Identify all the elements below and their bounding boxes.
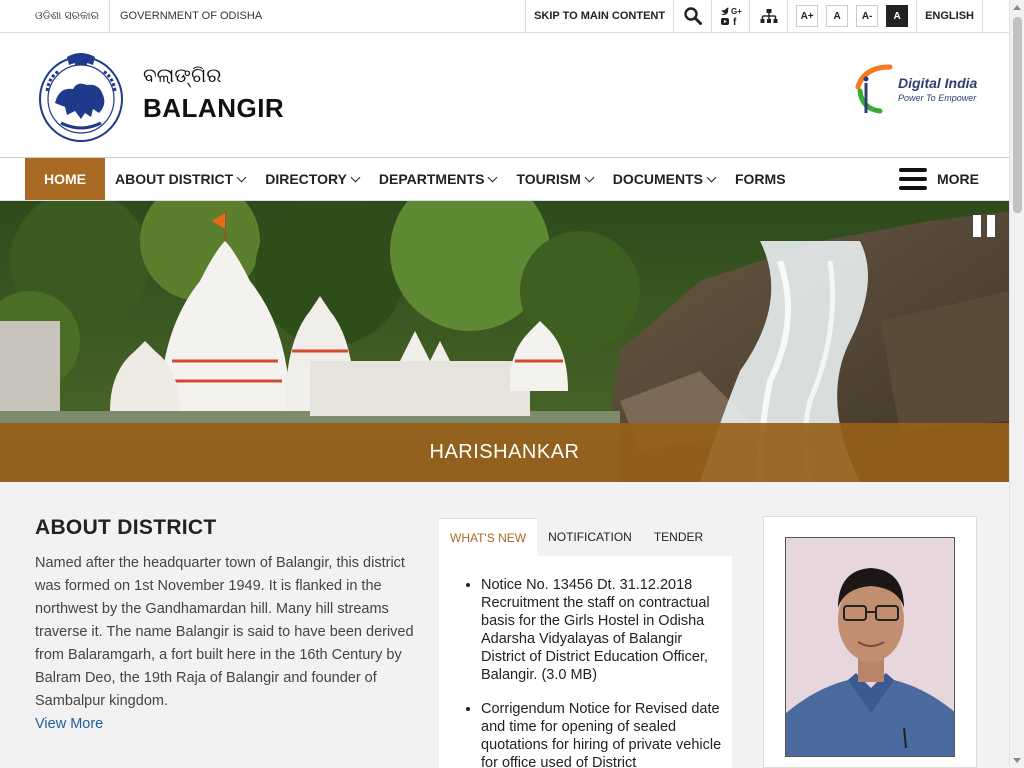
view-more-link[interactable]: View More — [35, 713, 415, 736]
nav-item-departments[interactable]: DEPARTMENTS — [369, 158, 507, 200]
news-item[interactable]: Notice No. 13456 Dt. 31.12.2018 Recruitm… — [481, 576, 724, 684]
nav-item-tourism[interactable]: TOURISM — [506, 158, 602, 200]
nav-item-label: TOURISM — [516, 171, 581, 187]
language-switch[interactable]: ENGLISH — [916, 0, 983, 32]
news-list: Notice No. 13456 Dt. 31.12.2018 Recruitm… — [481, 576, 724, 768]
more-label: MORE — [937, 171, 979, 187]
chevron-down-icon — [706, 172, 717, 182]
nav-item-directory[interactable]: DIRECTORY — [255, 158, 369, 200]
about-district-heading: ABOUT DISTRICT — [35, 516, 217, 539]
social-media-icon: G+ f — [720, 7, 742, 27]
nav-item-about-district[interactable]: ABOUT DISTRICT — [105, 158, 255, 200]
site-header: ବଲାଙ୍ଗିର BALANGIR Digital India Power To… — [0, 33, 1009, 157]
pause-icon-bar — [987, 215, 995, 237]
about-district-section: ABOUT DISTRICT Named after the headquart… — [35, 516, 415, 736]
tab-panel-whats-new: Notice No. 13456 Dt. 31.12.2018 Recruitm… — [439, 556, 732, 768]
tab-whats-new[interactable]: WHAT'S NEW — [439, 518, 538, 556]
top-utility-bar: ଓଡିଶା ସରକାର GOVERNMENT OF ODISHA SKIP TO… — [0, 0, 1009, 33]
accessibility-tools: SKIP TO MAIN CONTENT G+ f A+ A A- A ENGL… — [525, 0, 983, 32]
nav-item-documents[interactable]: DOCUMENTS — [603, 158, 725, 200]
skip-to-main-content-link[interactable]: SKIP TO MAIN CONTENT — [525, 0, 673, 32]
page-scrollbar[interactable] — [1009, 0, 1024, 768]
scroll-up-arrow-icon[interactable] — [1013, 5, 1021, 10]
main-navigation: HOME ABOUT DISTRICT DIRECTORY DEPARTMENT… — [0, 157, 1009, 201]
scroll-down-arrow-icon[interactable] — [1013, 758, 1021, 763]
font-normal-button[interactable]: A — [826, 5, 849, 27]
nav-item-forms[interactable]: FORMS — [725, 158, 796, 200]
tab-tender[interactable]: TENDER — [643, 518, 714, 556]
font-decrease-button[interactable]: A- — [856, 5, 879, 27]
chevron-down-icon — [350, 172, 361, 182]
news-item[interactable]: Corrigendum Notice for Revised date and … — [481, 700, 724, 768]
site-name-odia: ବଲାଙ୍ଗିର — [143, 63, 222, 87]
about-district-text: Named after the headquarter town of Bala… — [35, 555, 414, 709]
banner-caption-bar: HARISHANKAR — [0, 423, 1009, 482]
slider-pause-button[interactable] — [973, 215, 995, 237]
high-contrast-button[interactable]: A — [886, 5, 909, 27]
collector-photo — [785, 537, 955, 757]
social-media-button[interactable]: G+ f — [711, 0, 749, 32]
svg-text:f: f — [733, 17, 737, 27]
nav-item-label: ABOUT DISTRICT — [115, 171, 234, 187]
search-button[interactable] — [673, 0, 711, 32]
banner-caption: HARISHANKAR — [429, 441, 580, 463]
odia-government-link[interactable]: ଓଡିଶା ସରକାର — [25, 0, 109, 32]
nav-item-label: DOCUMENTS — [612, 171, 703, 187]
svg-text:G+: G+ — [731, 7, 742, 16]
nav-item-label: FORMS — [734, 171, 786, 187]
sitemap-icon — [760, 9, 778, 23]
collector-profile-card — [763, 516, 977, 768]
more-menu-button[interactable]: MORE — [899, 158, 979, 200]
digital-india-tagline: Power To Empower — [898, 93, 977, 103]
news-tabs-widget: WHAT'S NEW NOTIFICATION TENDER Notice No… — [439, 518, 732, 768]
government-of-odisha-link[interactable]: GOVERNMENT OF ODISHA — [108, 0, 272, 32]
digital-india-logo[interactable]: Digital India Power To Empower — [850, 61, 980, 117]
tab-bar: WHAT'S NEW NOTIFICATION TENDER — [439, 518, 732, 556]
odisha-emblem-logo[interactable] — [37, 47, 125, 143]
font-increase-button[interactable]: A+ — [796, 5, 819, 27]
nav-item-label: DIRECTORY — [265, 171, 347, 187]
chevron-down-icon — [584, 172, 595, 182]
hamburger-menu-icon — [899, 168, 927, 190]
pause-icon-bar — [973, 215, 981, 237]
site-name[interactable]: BALANGIR — [143, 93, 284, 124]
hero-banner-slider[interactable]: HARISHANKAR — [0, 201, 1009, 482]
search-icon — [683, 7, 702, 25]
digital-india-title: Digital India — [898, 75, 978, 91]
sitemap-button[interactable] — [749, 0, 787, 32]
tab-notification[interactable]: NOTIFICATION — [537, 518, 643, 556]
chevron-down-icon — [236, 172, 247, 182]
nav-item-home[interactable]: HOME — [25, 158, 105, 200]
government-links: ଓଡିଶା ସରକାର GOVERNMENT OF ODISHA — [25, 0, 272, 32]
nav-item-label: HOME — [44, 171, 86, 187]
digital-india-mark-icon — [855, 64, 893, 114]
chevron-down-icon — [487, 172, 498, 182]
nav-item-label: DEPARTMENTS — [378, 171, 485, 187]
scrollbar-thumb[interactable] — [1013, 17, 1022, 213]
font-size-controls: A+ A A- A — [787, 0, 916, 32]
